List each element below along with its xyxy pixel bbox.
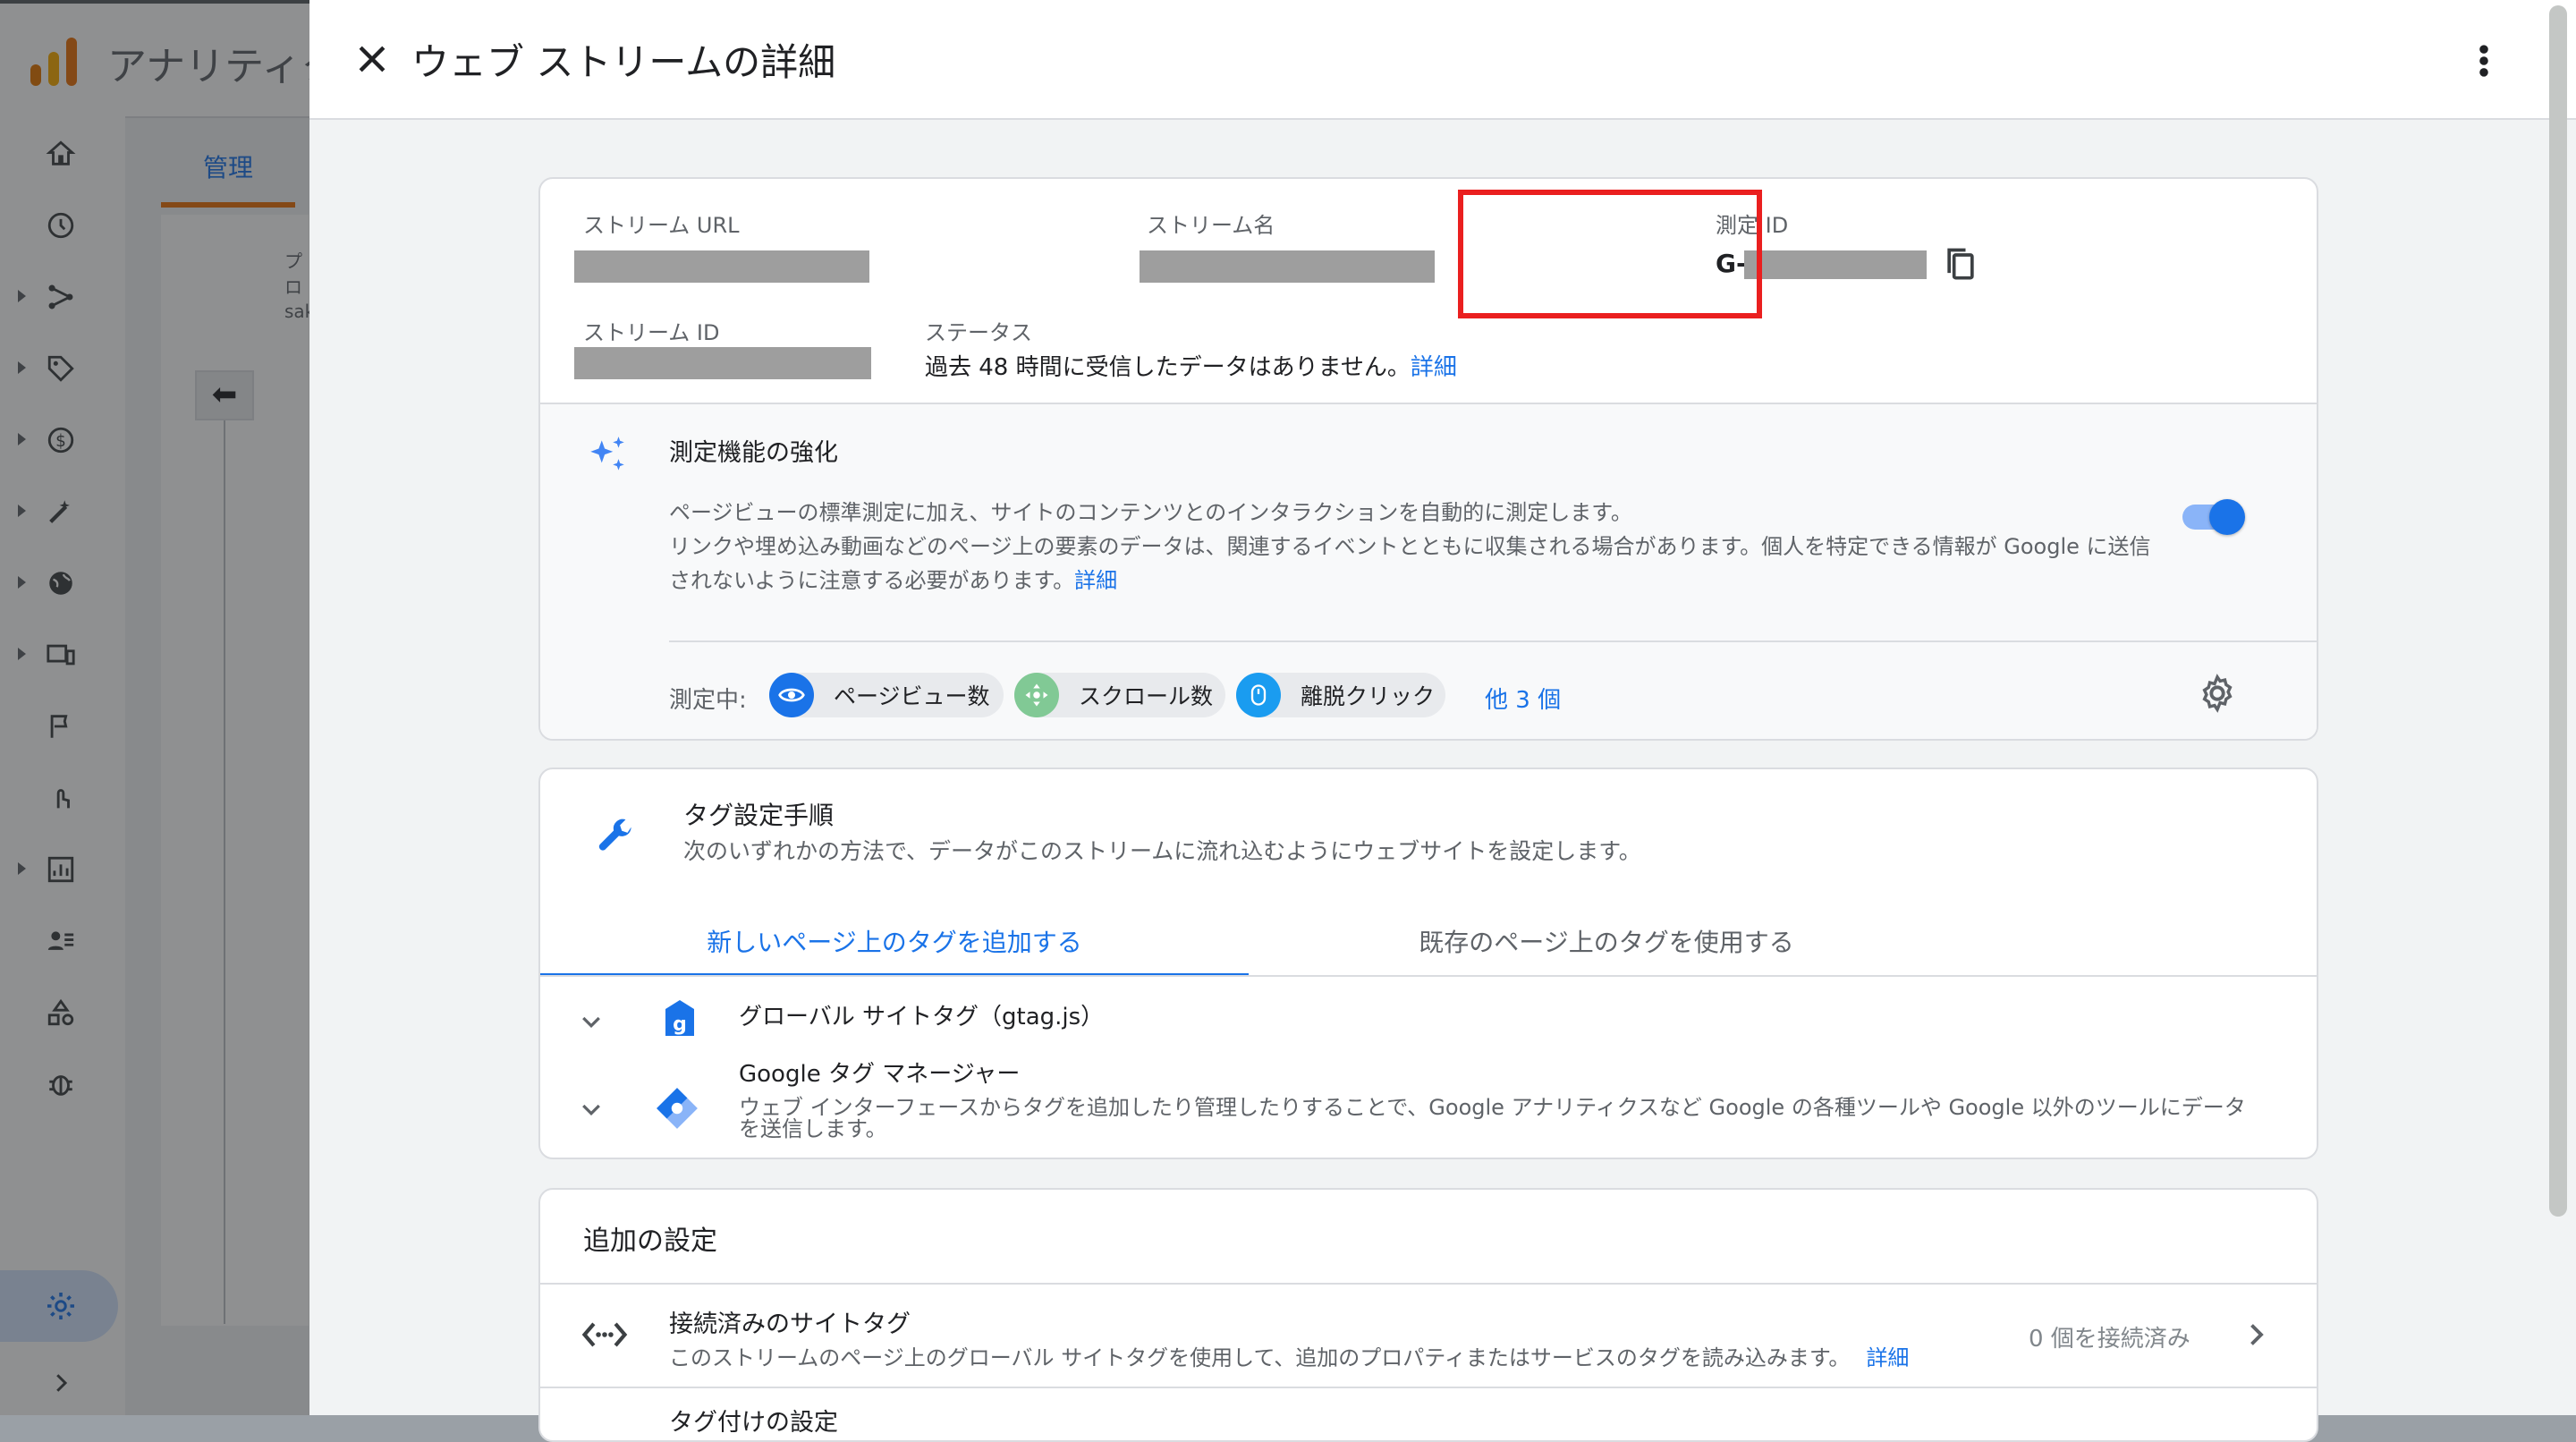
tagging-instructions-card: タグ設定手順 次のいずれかの方法で、データがこのストリームに流れ込むようにウェブ…: [538, 768, 2318, 1159]
stream-details-card: ストリーム URL ストリーム名 測定 ID G- ストリーム ID ステータス…: [538, 177, 2318, 741]
enhanced-details-link[interactable]: 詳細: [1074, 568, 1117, 593]
enhanced-measurement-section: 測定機能の強化 ページビューの標準測定に加え、サイトのコンテンツとのインタラクシ…: [540, 403, 2317, 739]
enhanced-measurement-title: 測定機能の強化: [669, 439, 838, 467]
more-vert-icon[interactable]: [2470, 41, 2497, 81]
web-stream-details-drawer: ウェブ ストリームの詳細 ストリーム URL ストリーム名 測定 ID G- ス…: [309, 0, 2576, 1442]
stream-url-value-redacted: [574, 250, 869, 283]
stream-name-label: ストリーム名: [1147, 213, 1275, 238]
additional-settings-card: 追加の設定 接続済みのサイトタグ このストリームのページ上のグローバル サイトタ…: [538, 1188, 2318, 1442]
toggle-knob: [2209, 499, 2245, 535]
tagging-settings-title[interactable]: タグ付けの設定: [669, 1403, 838, 1438]
tab-label: 新しいページ上のタグを追加する: [707, 928, 1082, 957]
connected-site-tags-row[interactable]: 接続済みのサイトタグ このストリームのページ上のグローバル サイトタグを使用して…: [540, 1285, 2317, 1387]
chip-scrolls[interactable]: スクロール数: [1014, 673, 1225, 717]
connected-site-tags-desc: このストリームのページ上のグローバル サイトタグを使用して、追加のプロパティまた…: [669, 1340, 1909, 1371]
enhanced-measurement-desc-line1: ページビューの標準測定に加え、サイトのコンテンツとのインタラクションを自動的に測…: [669, 500, 1632, 525]
connected-site-tags-title: 接続済みのサイトタグ: [669, 1311, 911, 1338]
status-text: 過去 48 時間に受信したデータはありません。詳細: [925, 349, 1457, 382]
gtag-title: グローバル サイトタグ（gtag.js）: [739, 1004, 1105, 1031]
measurement-id-highlight-box: [1458, 190, 1762, 318]
wrench-icon: [598, 819, 631, 851]
chevron-down-icon: [582, 1104, 600, 1116]
gtag-icon: g: [665, 1000, 694, 1036]
tag-manager-icon: [657, 1088, 698, 1129]
tab-add-new-tag[interactable]: 新しいページ上のタグを追加する: [540, 923, 1249, 977]
desc-text: されないように注意する必要があります。: [669, 568, 1075, 593]
measurement-id-value-redacted: [1744, 250, 1927, 279]
drawer-scrollbar-thumb[interactable]: [2549, 5, 2567, 1217]
stream-id-label: ストリーム ID: [583, 320, 720, 345]
status-message: 過去 48 時間に受信したデータはありません。: [925, 354, 1411, 381]
desc-text: このストリームのページ上のグローバル サイトタグを使用して、追加のプロパティまた…: [669, 1345, 1851, 1370]
gtm-title: Google タグ マネージャー: [739, 1061, 1021, 1088]
connected-details-link[interactable]: 詳細: [1866, 1345, 1909, 1370]
drawer-title: ウェブ ストリームの詳細: [411, 40, 836, 84]
gtm-desc-line1: ウェブ インターフェースからタグを追加したり管理したりすることで、Google …: [739, 1095, 2246, 1120]
copy-icon[interactable]: [1941, 245, 1980, 284]
chip-outbound-clicks[interactable]: 離脱クリック: [1236, 673, 1445, 717]
chevron-right-icon: [2250, 1324, 2264, 1345]
mouse-icon: [1236, 673, 1281, 717]
gtm-desc-line2: を送信します。: [739, 1116, 887, 1141]
chip-pageviews[interactable]: ページビュー数: [769, 673, 1004, 717]
additional-settings-title: 追加の設定: [583, 1226, 717, 1257]
code-icon: [581, 1322, 628, 1347]
stream-id-value-redacted: [574, 347, 871, 379]
chip-label: 離脱クリック: [1301, 683, 1436, 709]
divider: [669, 640, 2317, 642]
chevron-down-icon: [582, 1016, 600, 1029]
measuring-label: 測定中:: [669, 687, 747, 714]
enhanced-measurement-desc-line3: されないように注意する必要があります。詳細: [669, 564, 1117, 598]
settings-gear-icon[interactable]: [2197, 673, 2238, 714]
connected-count: 0 個を接続済み: [2029, 1326, 2190, 1353]
svg-text:g: g: [673, 1014, 687, 1036]
stream-name-value-redacted: [1140, 250, 1435, 283]
divider: [540, 1387, 2317, 1388]
eye-icon: [769, 673, 814, 717]
tab-label: 既存のページ上のタグを使用する: [1419, 928, 1794, 957]
enhanced-measurement-desc-line2: リンクや埋め込み動画などのページ上の要素のデータは、関連するイベントとともに収集…: [669, 534, 2151, 559]
status-label: ステータス: [925, 320, 1032, 345]
tab-use-existing-tag[interactable]: 既存のページ上のタグを使用する: [1249, 923, 1964, 973]
chip-label: ページビュー数: [834, 683, 990, 709]
drawer-header: ウェブ ストリームの詳細: [309, 0, 2576, 120]
gtag-row[interactable]: g グローバル サイトタグ（gtag.js）: [540, 977, 2317, 1054]
status-details-link[interactable]: 詳細: [1411, 354, 1457, 381]
scroll-icon: [1014, 673, 1059, 717]
sparkle-icon: [590, 437, 624, 471]
gtm-row[interactable]: Google タグ マネージャー ウェブ インターフェースからタグを追加したり管…: [540, 1052, 2317, 1158]
enhanced-measurement-toggle[interactable]: [2177, 494, 2249, 539]
close-icon[interactable]: [352, 39, 392, 79]
tagging-subtitle: 次のいずれかの方法で、データがこのストリームに流れ込むようにウェブサイトを設定し…: [683, 838, 1641, 864]
tagging-title: タグ設定手順: [683, 801, 835, 830]
chip-label: スクロール数: [1079, 683, 1214, 709]
stream-url-label: ストリーム URL: [583, 213, 740, 238]
more-events-link[interactable]: 他 3 個: [1485, 682, 1561, 715]
